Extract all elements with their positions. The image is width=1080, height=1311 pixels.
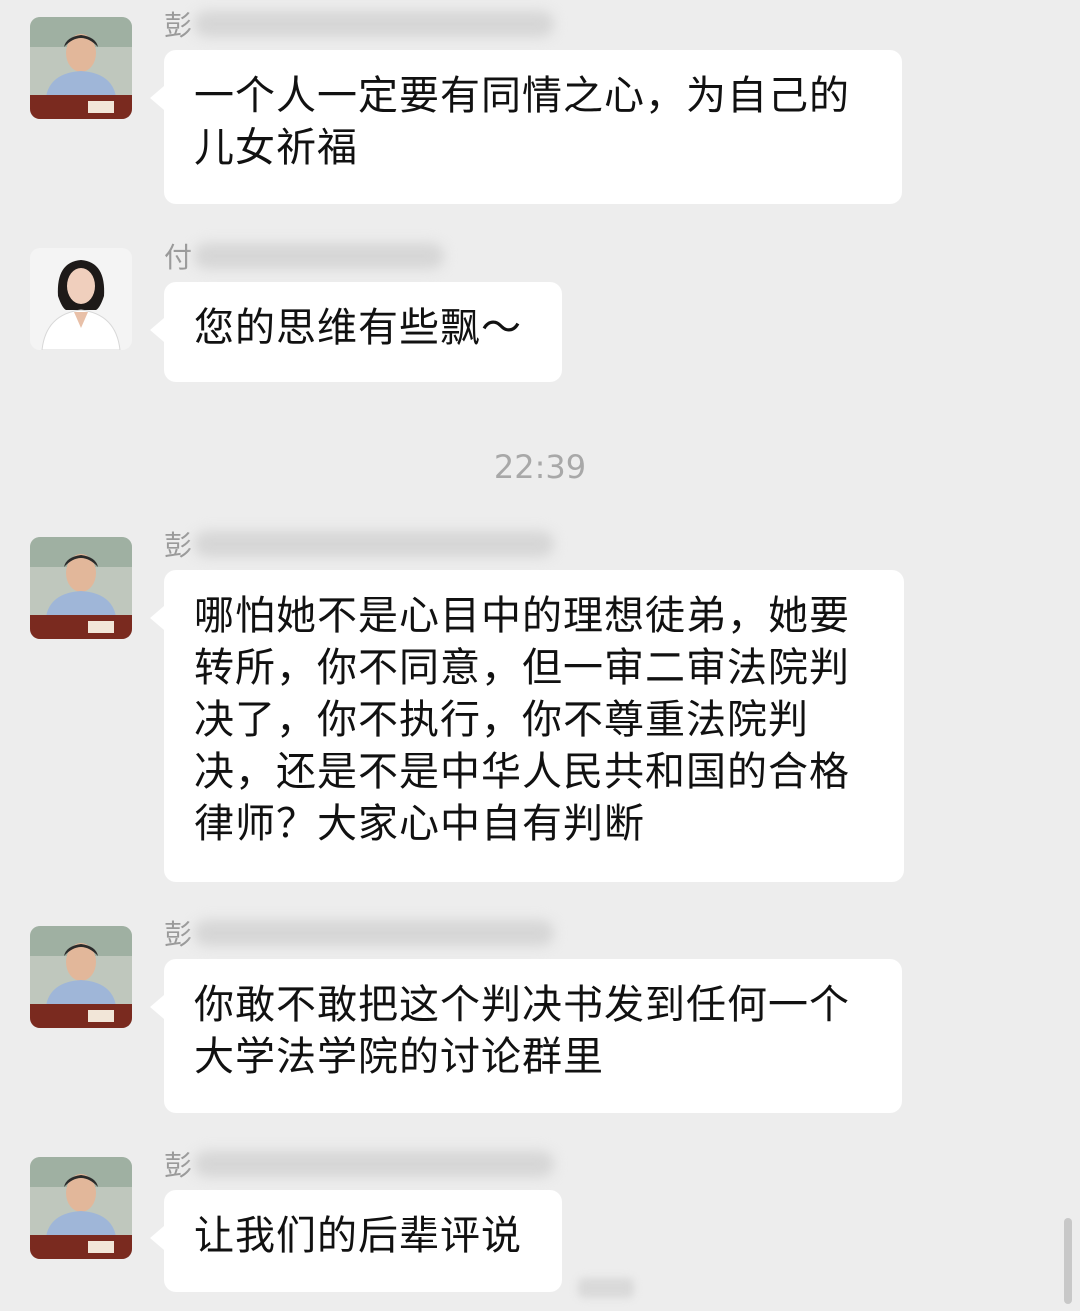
sender-name: 彭 <box>164 1144 555 1184</box>
avatar[interactable] <box>30 17 132 119</box>
message-bubble[interactable]: 你敢不敢把这个判决书发到任何一个 大学法学院的讨论群里 <box>150 959 902 1113</box>
avatar[interactable] <box>30 537 132 639</box>
avatar[interactable] <box>30 1157 132 1259</box>
man-avatar-icon <box>30 17 132 119</box>
message-bubble[interactable]: 一个人一定要有同情之心，为自己的 儿女祈福 <box>150 50 902 204</box>
sender-name: 彭 <box>164 524 555 564</box>
redacted-name <box>194 243 445 269</box>
message-bubble[interactable]: 让我们的后辈评说 <box>150 1190 562 1292</box>
message-bubble[interactable]: 哪怕她不是心目中的理想徒弟，她要 转所，你不同意，但一审二审法院判 决了，你不执… <box>150 570 904 882</box>
timestamp: 22:39 <box>493 448 587 486</box>
sender-name: 彭 <box>164 913 555 953</box>
watermark <box>578 1278 634 1298</box>
redacted-name <box>194 11 555 37</box>
sender-name: 付 <box>164 236 445 276</box>
redacted-name <box>194 531 555 557</box>
scrollbar[interactable] <box>1064 1218 1072 1304</box>
woman-avatar-icon <box>30 248 132 350</box>
redacted-name <box>194 920 555 946</box>
redacted-name <box>194 1151 555 1177</box>
avatar[interactable] <box>30 248 132 350</box>
sender-name: 彭 <box>164 4 555 44</box>
man-avatar-icon <box>30 926 132 1028</box>
man-avatar-icon <box>30 1157 132 1259</box>
avatar[interactable] <box>30 926 132 1028</box>
man-avatar-icon <box>30 537 132 639</box>
message-bubble[interactable]: 您的思维有些飘～ <box>150 282 562 382</box>
